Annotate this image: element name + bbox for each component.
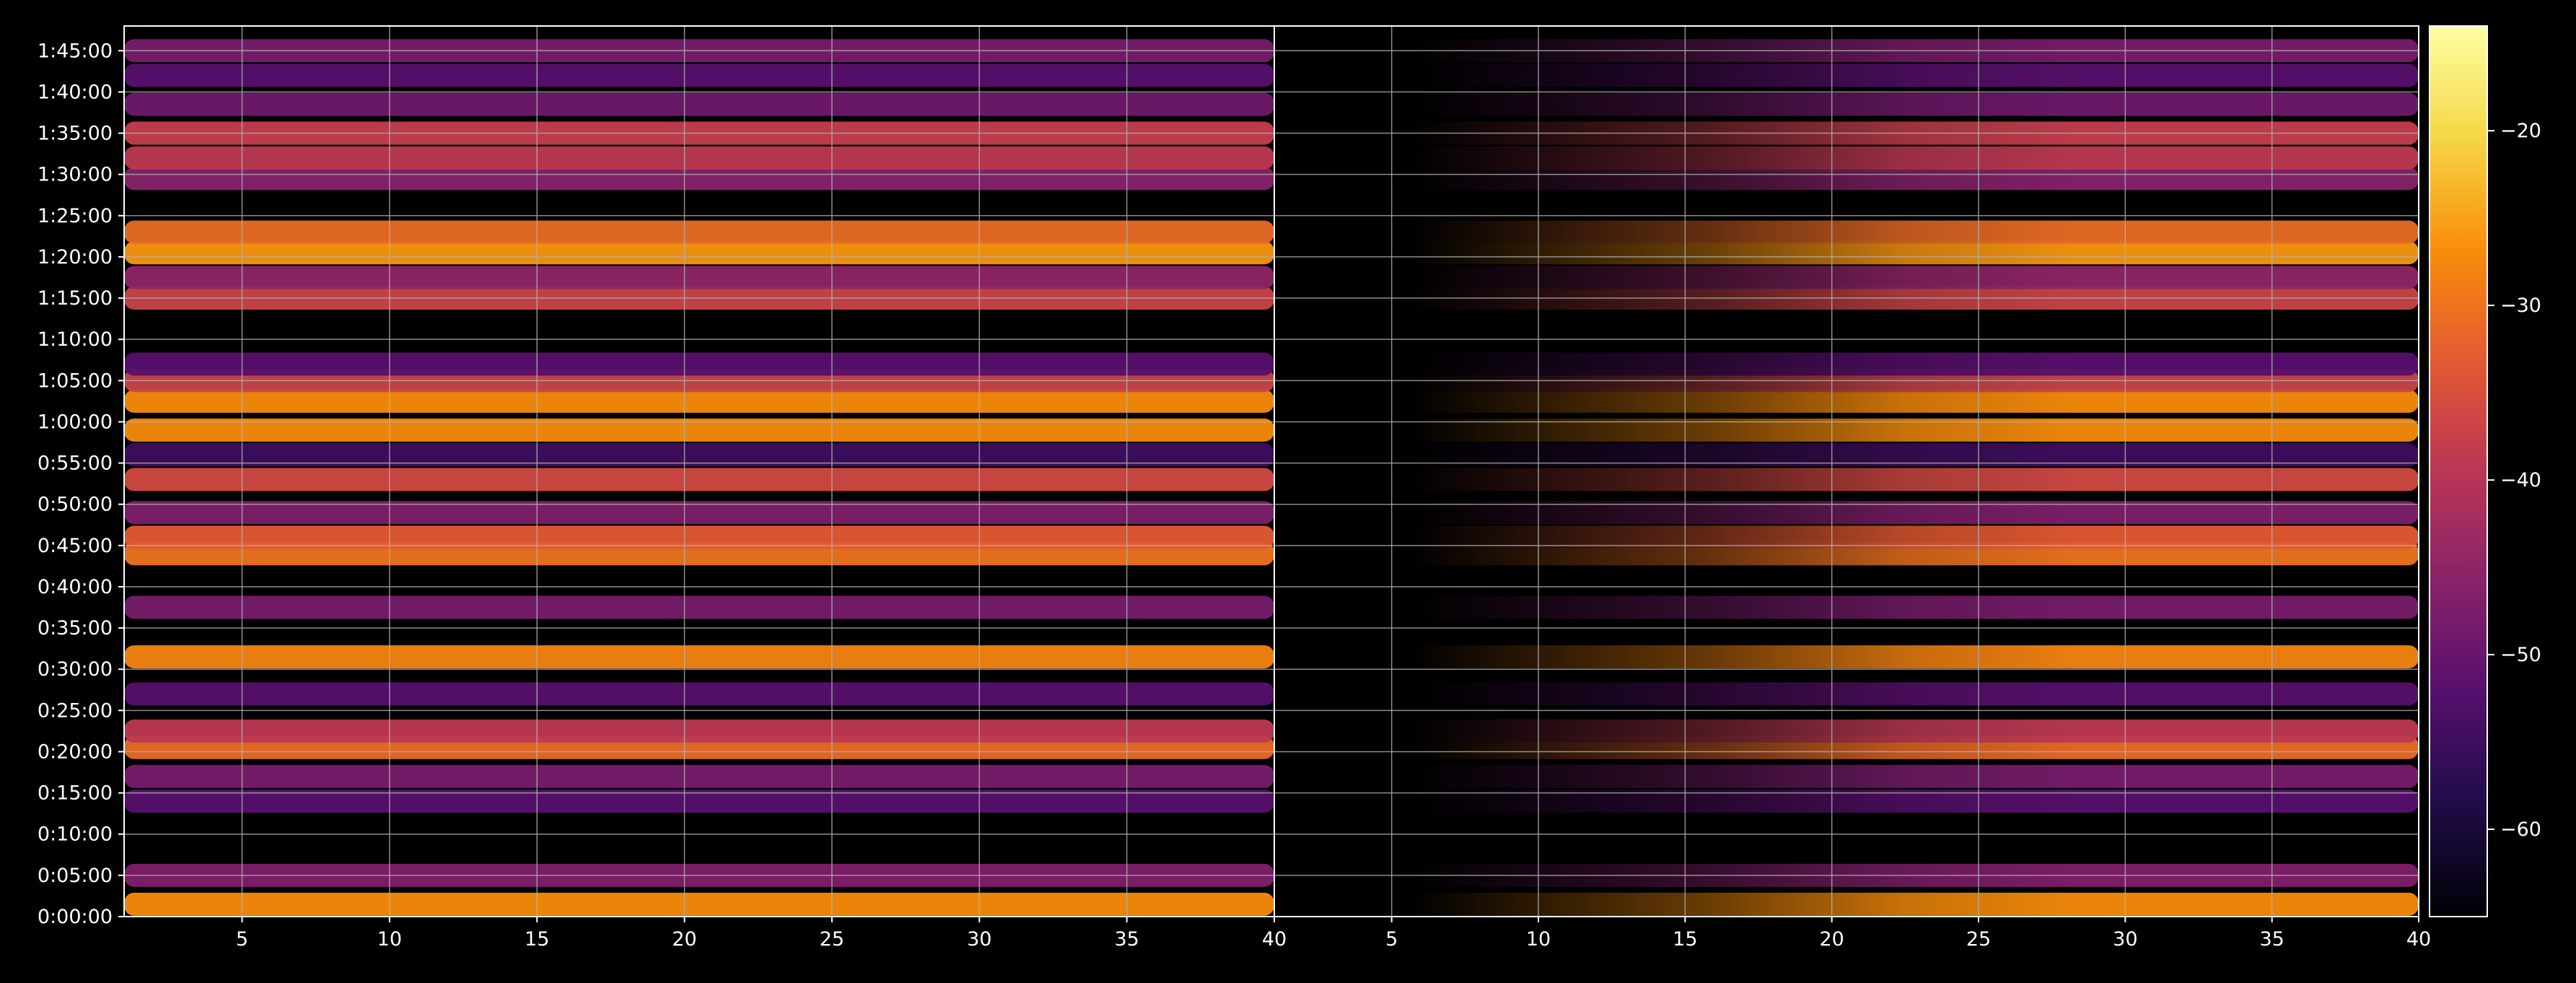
- x-tick-label: 20: [672, 928, 696, 951]
- y-tick-label: 0:20:00: [38, 740, 113, 763]
- right-fade-overlay: [1274, 26, 2419, 917]
- x-tick-label: 35: [1114, 928, 1139, 951]
- x-tick-label: 15: [525, 928, 549, 951]
- heat-row: [124, 645, 1274, 669]
- heatmap-panel-left: 0:00:00 0:05:00 0:10:00 0:15:00 0:20:00 0:25:…: [38, 25, 1287, 951]
- y-tick-label: 1:30:00: [38, 164, 113, 186]
- heat-row: [124, 92, 1274, 116]
- heat-row: [124, 764, 1274, 788]
- x-tick-label: 20: [1819, 928, 1844, 951]
- heat-row: [124, 352, 1274, 376]
- y-tick-label: 0:30:00: [38, 658, 113, 681]
- y-tick-label: 0:10:00: [38, 823, 113, 846]
- x-tick-label: 30: [2113, 928, 2137, 951]
- heat-row: [124, 167, 1274, 191]
- x-tick-label: 40: [1262, 928, 1287, 951]
- colorbar-tick-label: −60: [2500, 818, 2541, 841]
- x-tick-label: 25: [820, 928, 844, 951]
- heat-row: [124, 64, 1274, 87]
- y-tick-label: 0:55:00: [38, 453, 113, 475]
- y-tick-label: 1:00:00: [38, 411, 113, 433]
- y-tick-label: 0:05:00: [38, 865, 113, 887]
- y-tick-label: 0:35:00: [38, 617, 113, 639]
- colorbar-gradient: [2430, 26, 2487, 917]
- y-tick-label: 1:20:00: [38, 246, 113, 268]
- heat-row: [124, 389, 1274, 413]
- x-tick-label: 10: [1526, 928, 1551, 951]
- colorbar-tick-label: −50: [2500, 644, 2541, 666]
- colorbar-ticks: −20 −30 −40 −50 −60: [2487, 120, 2541, 841]
- x-tick-label: 30: [967, 928, 991, 951]
- colorbar-tick-label: −20: [2500, 120, 2541, 142]
- y-tick-label: 1:05:00: [38, 370, 113, 392]
- left-heat-rows: [124, 39, 1274, 916]
- y-tick-label: 0:25:00: [38, 699, 113, 722]
- heat-row: [124, 719, 1274, 743]
- x-tick-label: 15: [1673, 928, 1697, 951]
- y-tick-label: 1:45:00: [38, 40, 113, 62]
- y-tick-label: 1:10:00: [38, 328, 113, 351]
- y-tick-label: 1:25:00: [38, 205, 113, 227]
- y-tick-label: 0:00:00: [38, 906, 113, 928]
- x-tick-label: 25: [1966, 928, 1991, 951]
- heat-row: [124, 266, 1274, 289]
- x-tick-label: 40: [2406, 928, 2431, 951]
- y-tick-label: 1:15:00: [38, 287, 113, 310]
- y-tick-label: 0:15:00: [38, 782, 113, 805]
- colorbar-tick-label: −30: [2500, 294, 2541, 317]
- colorbar: −20 −30 −40 −50 −60: [2429, 25, 2541, 917]
- y-tick-label: 1:35:00: [38, 123, 113, 145]
- heatmap-figure: 0:00:00 0:05:00 0:10:00 0:15:00 0:20:00 0:25:…: [38, 25, 2541, 951]
- x-tick-label: 35: [2259, 928, 2284, 951]
- y-tick-label: 1:40:00: [38, 81, 113, 103]
- heat-row: [124, 682, 1274, 706]
- heat-row: [124, 241, 1274, 265]
- heat-row: [124, 468, 1274, 491]
- x-tick-label: 5: [236, 928, 248, 951]
- x-tick-label: 5: [1385, 928, 1398, 951]
- colorbar-tick-label: −40: [2500, 469, 2541, 491]
- heat-row: [124, 595, 1274, 619]
- y-tick-label: 0:50:00: [38, 494, 113, 516]
- x-tick-label: 10: [377, 928, 402, 951]
- heat-row: [124, 220, 1274, 244]
- left-x-tick-labels: 5 10 15 20 25 30 35 40: [236, 917, 1287, 951]
- heat-row: [124, 146, 1274, 170]
- left-y-tick-labels: 0:00:00 0:05:00 0:10:00 0:15:00 0:20:00 0:25:…: [38, 40, 124, 928]
- heat-row: [124, 892, 1274, 916]
- heatmap-panel-right: 5 10 15 20 25 30 35 40: [1274, 25, 2431, 951]
- right-x-tick-labels: 5 10 15 20 25 30 35 40: [1385, 917, 2431, 951]
- y-tick-label: 0:45:00: [38, 535, 113, 557]
- y-tick-label: 0:40:00: [38, 576, 113, 598]
